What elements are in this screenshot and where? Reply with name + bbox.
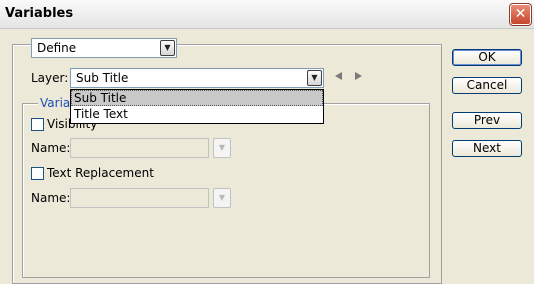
- mode-select-value: Define: [37, 41, 77, 55]
- ok-button[interactable]: OK: [452, 49, 522, 66]
- visibility-checkbox[interactable]: [31, 118, 44, 131]
- chevron-down-icon[interactable]: ▼: [307, 70, 322, 86]
- prev-button[interactable]: Prev: [452, 112, 522, 129]
- layer-dropdown-list: Sub Title Title Text: [70, 89, 324, 124]
- layer-option-sub-title[interactable]: Sub Title: [71, 90, 323, 106]
- visibility-name-label: Name:: [31, 141, 71, 155]
- chevron-down-icon: ▼: [213, 188, 231, 208]
- text-replacement-name-field: [70, 188, 209, 208]
- layer-select[interactable]: Sub Title ▼: [70, 68, 324, 88]
- triangle-right-icon[interactable]: [355, 72, 362, 80]
- text-replacement-checkbox[interactable]: [31, 167, 44, 180]
- visibility-name-field: [70, 138, 209, 158]
- layer-option-title-text[interactable]: Title Text: [71, 106, 323, 122]
- window-title: Variables: [5, 6, 74, 21]
- next-button[interactable]: Next: [452, 140, 522, 157]
- title-bar: Variables ✕: [0, 0, 534, 29]
- mode-select[interactable]: Define ▼: [31, 38, 177, 58]
- text-replacement-label: Text Replacement: [47, 166, 154, 180]
- close-icon: ✕: [514, 6, 527, 22]
- text-replacement-name-label: Name:: [31, 191, 71, 205]
- layer-label: Layer:: [31, 71, 69, 85]
- close-button[interactable]: ✕: [509, 3, 532, 26]
- triangle-left-icon[interactable]: [335, 72, 342, 80]
- chevron-down-icon[interactable]: ▼: [160, 40, 175, 56]
- chevron-down-icon: ▼: [213, 138, 231, 158]
- layer-select-value: Sub Title: [76, 71, 129, 85]
- cancel-button[interactable]: Cancel: [452, 77, 522, 94]
